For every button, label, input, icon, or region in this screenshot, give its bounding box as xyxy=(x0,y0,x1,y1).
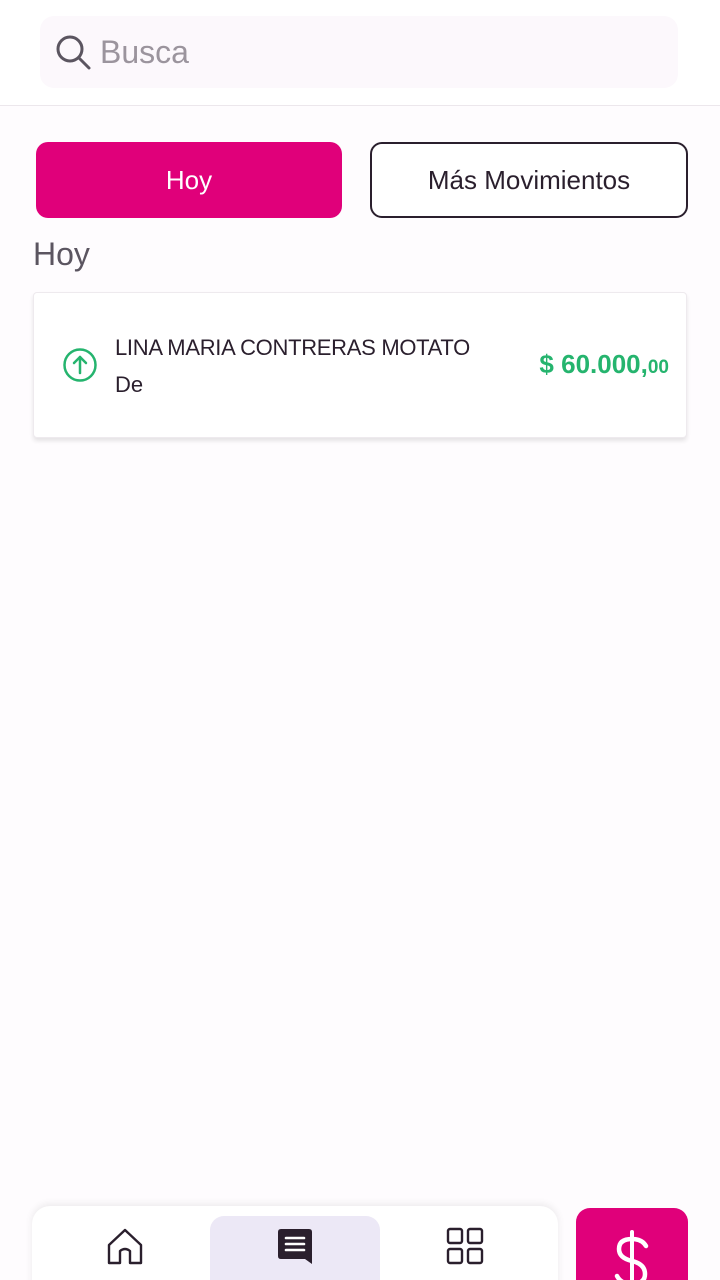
arrow-up-circle-icon xyxy=(63,348,97,382)
transaction-card[interactable]: LINA MARIA CONTRERAS MOTATO De $ 60.000,… xyxy=(33,292,687,438)
nav-home[interactable] xyxy=(72,1206,178,1280)
app-root: Hoy Más Movimientos Hoy LINA MARIA CONTR… xyxy=(0,0,720,1280)
nav-movements[interactable] xyxy=(210,1216,380,1280)
search-bar xyxy=(0,0,720,106)
tab-mas-movimientos[interactable]: Más Movimientos xyxy=(370,142,688,218)
transaction-amount-cents: 00 xyxy=(647,357,669,378)
transaction-subtitle: De xyxy=(115,372,144,397)
transaction-name: LINA MARIA CONTRERAS MOTATO xyxy=(115,335,470,360)
section-title: Hoy xyxy=(33,236,90,272)
search-icon xyxy=(56,35,91,70)
bottom-nav xyxy=(32,1206,558,1280)
tab-hoy[interactable]: Hoy xyxy=(36,142,342,218)
nav-apps[interactable] xyxy=(412,1206,518,1280)
transaction-amount-main: $ 60.000, xyxy=(539,349,648,379)
search-input[interactable] xyxy=(100,16,660,88)
home-icon xyxy=(107,1228,143,1265)
transaction-amount: $ 60.000,00 xyxy=(539,349,669,380)
search-field[interactable] xyxy=(40,16,678,88)
grid-icon xyxy=(446,1227,484,1265)
send-money-button[interactable] xyxy=(576,1208,688,1280)
dollar-icon xyxy=(614,1230,649,1280)
movements-icon xyxy=(278,1229,312,1264)
